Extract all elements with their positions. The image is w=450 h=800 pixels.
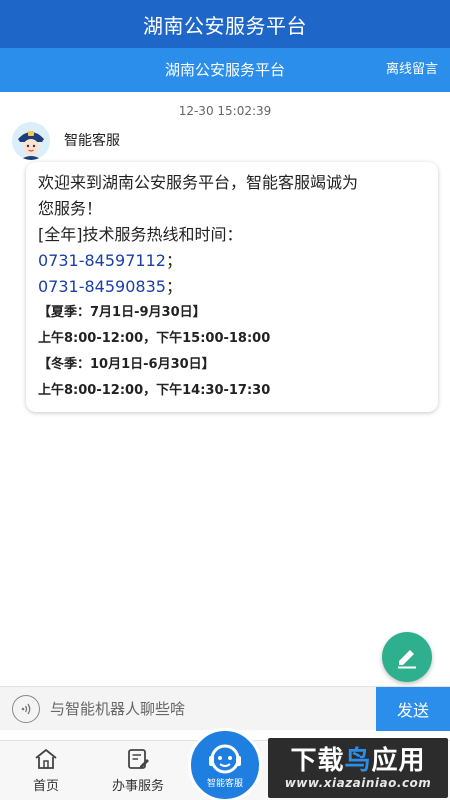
- hotline-separator: ；: [165, 251, 182, 270]
- offline-message-button[interactable]: 离线留言: [386, 48, 438, 92]
- watermark-url: www.xiazainiao.com: [284, 776, 432, 790]
- winter-hours: 上午8:00-12:00，下午14:30-17:30: [38, 383, 271, 398]
- message-line: 您服务！: [38, 199, 103, 218]
- message-timestamp: 12-30 15:02:39: [178, 104, 272, 118]
- watermark-title: 下载鸟应用: [290, 746, 426, 776]
- smart-service-label: 智能客服: [207, 777, 243, 789]
- tab-label: 办事服务: [111, 779, 164, 794]
- home-icon: [35, 749, 57, 769]
- tab-label: 首页: [32, 779, 59, 794]
- service-icon: [128, 749, 149, 769]
- summer-label: 【夏季：7月1日-9月30日】: [38, 305, 206, 320]
- hotline-link[interactable]: 0731-84597112: [38, 251, 166, 270]
- voice-input-button[interactable]: [12, 695, 40, 723]
- watermark-logo: 下载鸟应用 www.xiazainiao.com: [268, 738, 448, 798]
- police-avatar-icon: [12, 122, 50, 160]
- voice-icon: [21, 703, 31, 715]
- hotline-link[interactable]: 0731-84590835: [38, 277, 166, 296]
- summer-hours: 上午8:00-12:00，下午15:00-18:00: [38, 331, 271, 346]
- hotline-separator: ；: [165, 277, 182, 296]
- input-bar: 发送: [0, 686, 450, 731]
- tab-services[interactable]: 办事服务: [106, 747, 170, 797]
- app-title: 湖南公安服务平台: [143, 13, 307, 38]
- message-input[interactable]: [50, 693, 368, 725]
- send-button[interactable]: 发送: [376, 687, 450, 731]
- app-title-bar: 湖南公安服务平台: [0, 0, 450, 48]
- sub-header: 湖南公安服务平台 离线留言: [0, 48, 450, 92]
- chat-area[interactable]: 12-30 15:02:39 智能客服 欢迎来到湖南公安服务平台，智能客服竭诚为…: [0, 92, 450, 686]
- bot-name: 智能客服: [64, 133, 120, 149]
- tab-home[interactable]: 首页: [14, 747, 78, 797]
- pencil-icon: [398, 650, 416, 669]
- hotline-row: 0731-84590835；: [38, 274, 426, 300]
- bot-avatar: [12, 122, 50, 160]
- sub-header-title: 湖南公安服务平台: [164, 61, 285, 79]
- edit-button[interactable]: [382, 632, 432, 682]
- message-line: 欢迎来到湖南公安服务平台，智能客服竭诚为: [38, 173, 359, 192]
- message-bubble: 欢迎来到湖南公安服务平台，智能客服竭诚为 您服务！ [全年]技术服务热线和时间：…: [26, 162, 438, 412]
- message-line: [全年]技术服务热线和时间：: [38, 225, 243, 244]
- hotline-row: 0731-84597112；: [38, 248, 426, 274]
- robot-headset-icon: 智能客服: [207, 744, 243, 789]
- smart-service-button[interactable]: 智能客服: [188, 728, 262, 800]
- winter-label: 【冬季：10月1日-6月30日】: [38, 357, 215, 372]
